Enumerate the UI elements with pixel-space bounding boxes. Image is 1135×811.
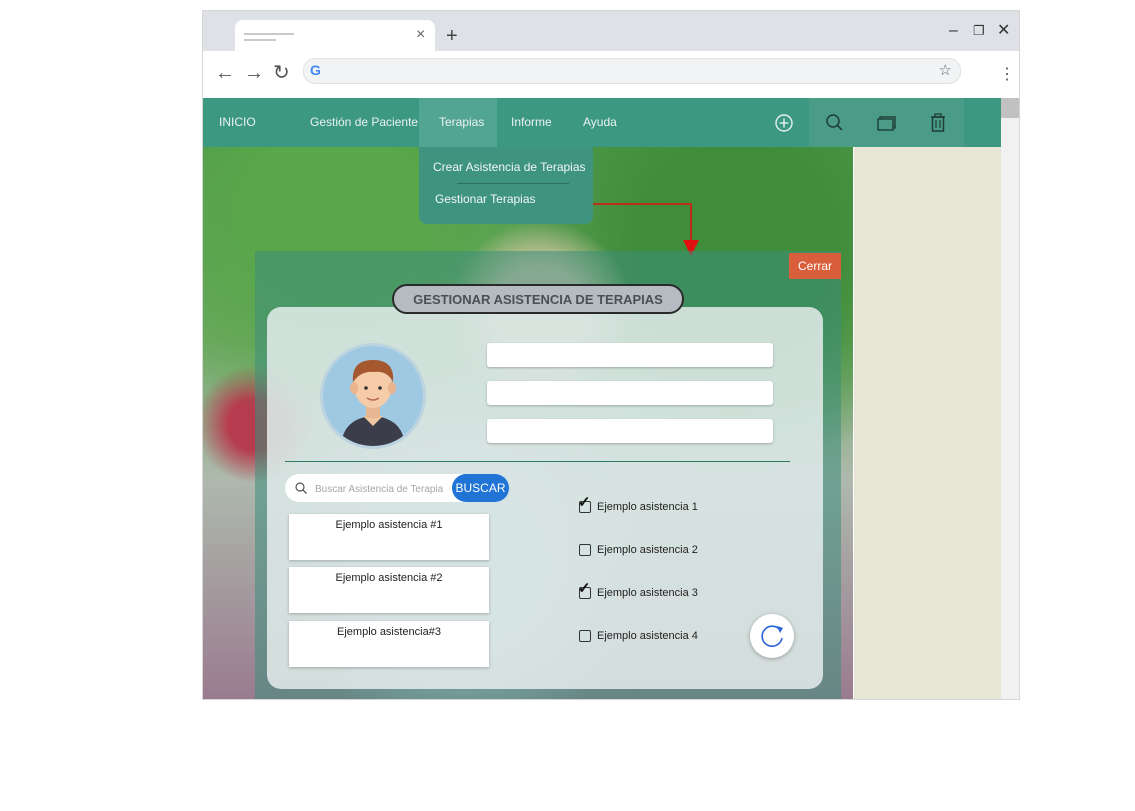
browser-tab[interactable]: × [235, 20, 435, 51]
nav-item-informe[interactable]: Informe [511, 115, 552, 129]
browser-window: × + – ❐ ✕ ← → ↻ G ☆ ⋮ INICIO Gestión de … [202, 10, 1020, 700]
add-icon[interactable] [769, 108, 799, 138]
result-item[interactable]: Ejemplo asistencia#3 [289, 621, 489, 667]
tab-title-placeholder [244, 33, 294, 35]
nav-item-gestion-paciente[interactable]: Gestión de Paciente [310, 115, 418, 129]
checkbox-row[interactable]: Ejemplo asistencia 4 [579, 628, 698, 644]
reload-icon[interactable]: ↻ [273, 61, 290, 85]
gestionar-asistencia-modal: Cerrar Buscar Asistencia de Terapia BUSC… [255, 251, 841, 699]
checkbox[interactable] [579, 630, 591, 642]
search-input[interactable] [313, 479, 467, 499]
checkbox-row[interactable]: Ejemplo asistencia 2 [579, 542, 698, 558]
result-item[interactable]: Ejemplo asistencia #2 [289, 567, 489, 613]
patient-field-1[interactable] [487, 343, 773, 367]
patient-field-3[interactable] [487, 419, 773, 443]
checkbox-label: Ejemplo asistencia 2 [597, 544, 698, 556]
checkbox-label: Ejemplo asistencia 4 [597, 630, 698, 642]
nav-item-inicio[interactable]: INICIO [219, 115, 256, 129]
bookmark-star-icon[interactable]: ☆ [939, 61, 952, 79]
close-window-icon[interactable]: ✕ [997, 21, 1010, 41]
menu-divider [457, 183, 569, 184]
search-bar: BUSCAR [285, 474, 509, 502]
tab-close-icon[interactable]: × [416, 25, 425, 45]
minimize-icon[interactable]: – [949, 21, 958, 41]
modal-card: BUSCAR Ejemplo asistencia #1 Ejemplo asi… [267, 307, 823, 689]
side-panel [854, 147, 1001, 699]
scrollbar[interactable] [1001, 98, 1019, 699]
checkbox-row[interactable]: ✓ Ejemplo asistencia 3 [578, 581, 698, 601]
tab-bar: × + – ❐ ✕ [203, 11, 1019, 51]
address-bar[interactable]: G ☆ [303, 58, 961, 84]
terapias-dropdown-menu: Crear Asistencia de Terapias Gestionar T… [419, 147, 593, 224]
checkbox-row[interactable]: ✓ Ejemplo asistencia 1 [578, 495, 698, 515]
search-icon [295, 482, 307, 494]
checkbox-label: Ejemplo asistencia 3 [597, 587, 698, 599]
person-icon [341, 360, 405, 446]
checkmark-icon: ✓ [578, 580, 591, 597]
menu-item-gestionar-terapias[interactable]: Gestionar Terapias [435, 192, 536, 206]
nav-item-ayuda[interactable]: Ayuda [583, 115, 617, 129]
nav-item-terapias[interactable]: Terapias [439, 115, 484, 129]
checkmark-icon: ✓ [578, 494, 591, 511]
page-viewport: INICIO Gestión de Paciente Terapias Info… [203, 98, 1001, 699]
close-button[interactable]: Cerrar [789, 253, 841, 279]
refresh-button[interactable] [750, 614, 794, 658]
restore-icon[interactable]: ❐ [973, 21, 985, 41]
trash-icon[interactable] [923, 108, 953, 138]
search-icon[interactable] [820, 108, 850, 138]
checkbox[interactable] [579, 544, 591, 556]
checkbox[interactable]: ✓ [578, 495, 591, 513]
back-icon[interactable]: ← [215, 61, 235, 85]
search-button[interactable]: BUSCAR [452, 474, 509, 502]
window-icon[interactable] [872, 108, 902, 138]
menu-item-crear-asistencia[interactable]: Crear Asistencia de Terapias [433, 160, 586, 174]
patient-avatar [320, 343, 426, 449]
scrollbar-thumb[interactable] [1001, 98, 1019, 118]
new-tab-button[interactable]: + [446, 26, 458, 46]
section-divider [285, 461, 790, 462]
forward-icon[interactable]: → [244, 61, 264, 85]
checkbox-label: Ejemplo asistencia 1 [597, 501, 698, 513]
modal-title: GESTIONAR ASISTENCIA DE TERAPIAS [392, 284, 684, 314]
tab-title-placeholder [244, 39, 276, 41]
app-nav-bar: INICIO Gestión de Paciente Terapias Info… [203, 98, 1001, 147]
result-item[interactable]: Ejemplo asistencia #1 [289, 514, 489, 560]
checkbox[interactable]: ✓ [578, 581, 591, 599]
browser-toolbar: ← → ↻ G ☆ ⋮ [203, 51, 1019, 98]
google-icon: G [310, 62, 321, 78]
browser-menu-icon[interactable]: ⋮ [999, 64, 1015, 84]
refresh-icon [761, 625, 783, 647]
patient-field-2[interactable] [487, 381, 773, 405]
